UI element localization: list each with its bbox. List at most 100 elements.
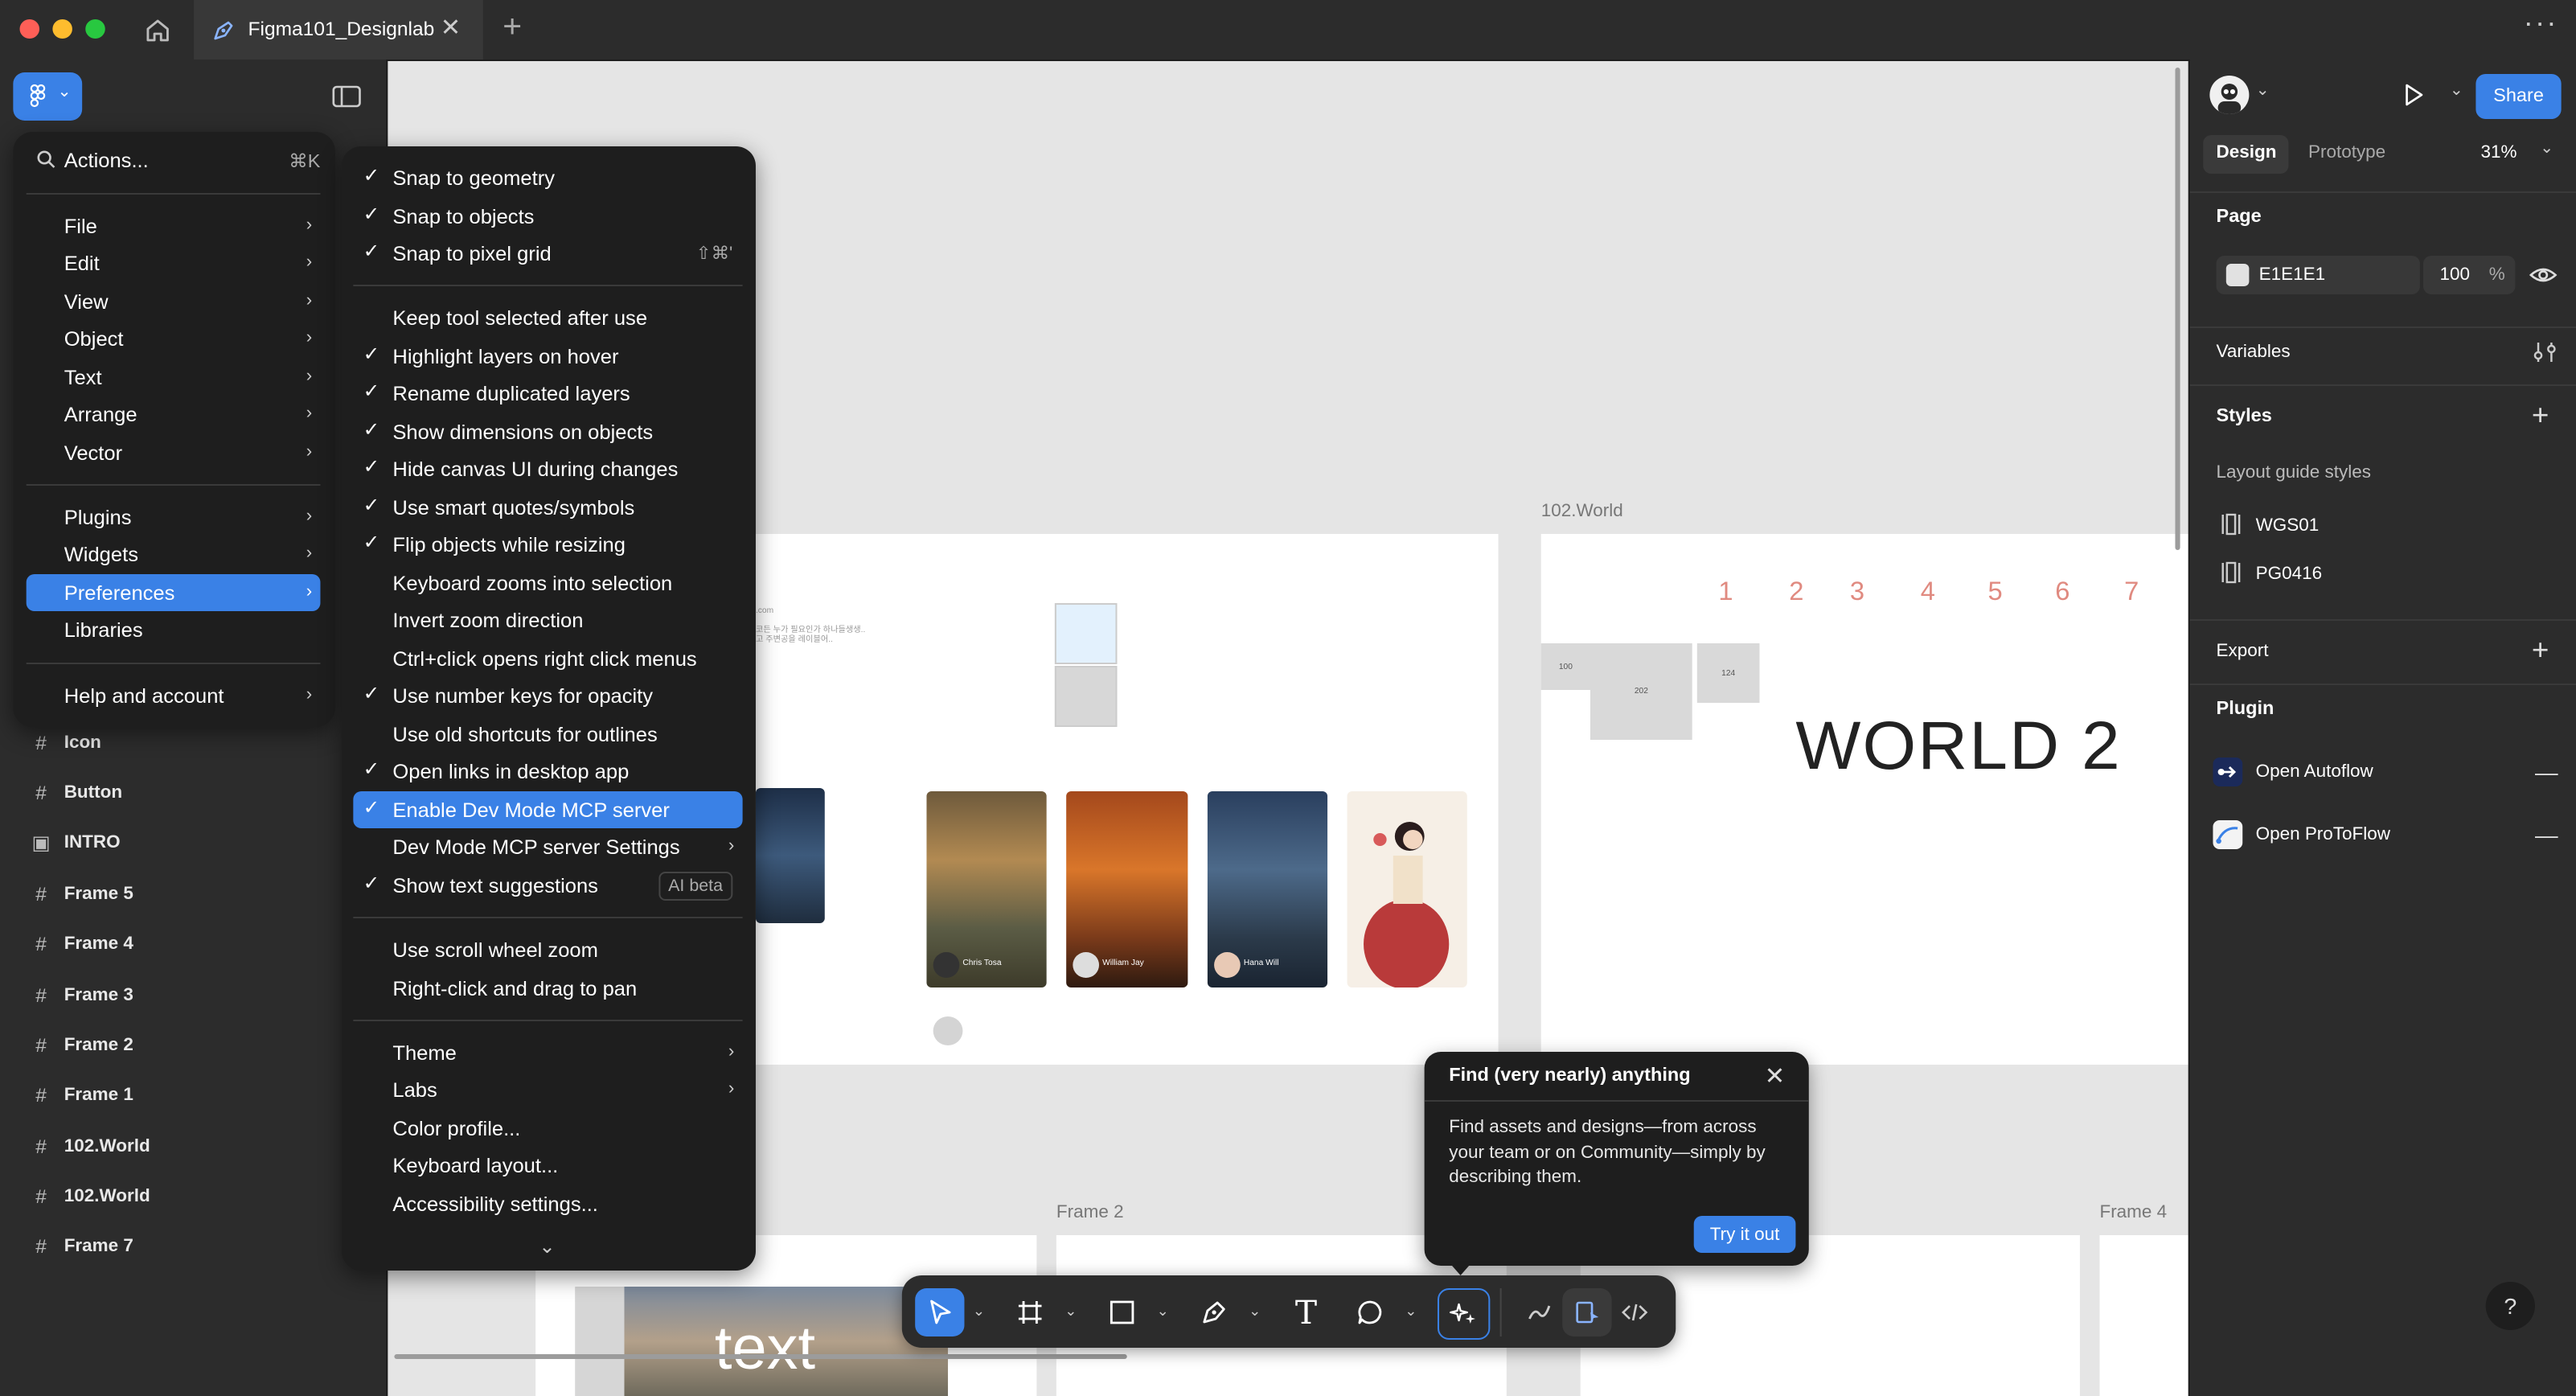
ai-tool-icon[interactable] [1437,1288,1491,1340]
chevron-down-icon[interactable]: ⌄ [2450,82,2463,100]
home-icon[interactable] [142,14,174,47]
pref-item[interactable]: ✓ Show dimensions on objects [353,413,742,450]
menu-item-object[interactable]: Object › [27,320,321,357]
pref-item[interactable]: Dev Mode MCP server Settings › [353,828,742,865]
menu-item-view[interactable]: View › [27,283,321,320]
zoom-level[interactable]: 31% [2481,143,2517,162]
layer-item[interactable]: #102.World [30,1131,150,1163]
close-icon[interactable]: ✕ [1765,1061,1786,1090]
menu-item-vector[interactable]: Vector › [27,434,321,471]
pref-item[interactable]: ✓ Snap to pixel grid ⇧⌘' [353,235,742,272]
remove-icon[interactable]: — [2535,822,2558,848]
menu-item-plugins[interactable]: Plugins › [27,499,321,536]
frame-label[interactable]: 102.World [1541,502,1623,521]
tab-design[interactable]: Design [2203,135,2289,174]
layer-item[interactable]: ▣ INTRO [30,827,120,859]
menu-item-preferences[interactable]: Preferences › [26,574,321,611]
pref-item[interactable]: Ctrl+click opens right click menus [353,640,742,677]
main-menu-button[interactable]: ⌄ [13,72,83,121]
pref-item[interactable]: Right-click and drag to pan [353,970,742,1007]
layer-item[interactable]: # Frame 5 [30,878,133,910]
menu-item-text[interactable]: Text › [27,359,321,396]
menu-item-edit[interactable]: Edit › [27,244,321,281]
rectangle-tool-icon[interactable] [1097,1288,1146,1336]
chevron-down-icon[interactable]: ⌄ [2256,82,2270,100]
eye-icon[interactable] [2529,262,2558,288]
pref-item-color-profile[interactable]: Color profile... [353,1110,742,1147]
pref-item[interactable]: ✓ Rename duplicated layers [353,375,742,412]
pref-item[interactable]: ✓ Use number keys for opacity [353,677,742,714]
chevron-down-icon[interactable]: ⌄ [539,1235,556,1258]
plugin-item-autoflow[interactable]: Open Autoflow — [2213,754,2558,790]
dev-mode-icon[interactable] [1610,1288,1659,1336]
style-item[interactable]: PG0416 [2217,558,2545,590]
share-button[interactable]: Share [2476,74,2562,119]
layer-item[interactable]: # Button [30,777,122,809]
frame-label[interactable]: Frame 4 [2099,1203,2167,1222]
plugin-item-protoflow[interactable]: Open ProToFlow — [2213,817,2558,852]
pref-item-labs[interactable]: Labs › [353,1071,742,1108]
more-icon[interactable]: ··· [2524,6,2558,40]
pref-item[interactable]: ✓ Use smart quotes/symbols [353,489,742,526]
vertical-scrollbar[interactable] [2175,68,2180,550]
pref-item[interactable]: Invert zoom direction [353,602,742,638]
menu-item-file[interactable]: File › [27,207,321,244]
panel-toggle-icon[interactable] [332,85,362,108]
tab-prototype[interactable]: Prototype [2308,143,2385,162]
comment-tool-icon[interactable] [1346,1288,1395,1336]
add-export-icon[interactable]: + [2532,634,2549,667]
pref-item[interactable]: Use scroll wheel zoom [353,931,742,968]
chevron-down-icon[interactable]: ⌄ [1064,1303,1077,1320]
layer-item[interactable]: # Frame 2 [30,1029,133,1061]
canvas-frame-world[interactable]: 1 2 3 4 5 6 7 100 202 124 WORLD 2 [1540,534,2188,1065]
add-style-icon[interactable]: + [2532,399,2549,433]
play-icon[interactable] [2400,82,2426,108]
pref-item[interactable]: ✓ Show text suggestions AI beta [353,867,742,904]
layer-item[interactable]: # Frame 4 [30,928,133,960]
layer-item[interactable]: # Icon [30,727,101,759]
chevron-down-icon[interactable]: ⌄ [1157,1303,1169,1320]
page-opacity-field[interactable]: 100 % [2423,256,2516,294]
menu-item-libraries[interactable]: Libraries [27,611,321,648]
pref-item-accessibility[interactable]: Accessibility settings... [353,1185,742,1222]
minimize-window-button[interactable] [52,19,72,39]
zoom-window-button[interactable] [85,19,105,39]
text-tool-icon[interactable]: T [1282,1288,1331,1336]
chevron-down-icon[interactable]: ⌄ [973,1303,985,1320]
menu-item-widgets[interactable]: Widgets › [27,536,321,573]
chevron-down-icon[interactable]: ⌄ [1249,1303,1261,1320]
chevron-down-icon[interactable]: ⌄ [1405,1303,1417,1320]
pref-item[interactable]: ✓ Highlight layers on hover [353,338,742,375]
layer-item[interactable]: #102.World [30,1180,150,1213]
layer-item[interactable]: # Frame 1 [30,1079,133,1111]
frame-tool-icon[interactable] [1006,1288,1055,1336]
pref-item[interactable]: Keyboard zooms into selection [353,565,742,602]
frame-label[interactable]: Frame 2 [1056,1203,1124,1222]
layer-item[interactable]: # Frame 3 [30,979,133,1012]
export-heading[interactable]: Export [2217,642,2269,661]
actions-search[interactable]: Actions... ⌘K [27,143,321,182]
variables-settings-icon[interactable] [2532,341,2558,363]
pref-item[interactable]: Use old shortcuts for outlines [353,716,742,753]
canvas-frame-main[interactable]: .com 코든 누가 필요인가 하나들생생.. 고 주변공을 레이블어.. Chri… [755,534,1499,1065]
remove-icon[interactable]: — [2535,759,2558,785]
pref-item-keyboard-layout[interactable]: Keyboard layout... [353,1147,742,1184]
canvas-frame-4[interactable] [2099,1235,2188,1396]
avatar[interactable] [2209,76,2250,114]
menu-item-arrange[interactable]: Arrange › [27,396,321,433]
draw-mode-icon[interactable] [1515,1288,1564,1336]
pref-item[interactable]: Keep tool selected after use [353,299,742,336]
layer-item[interactable]: # Frame 7 [30,1230,133,1263]
page-color-field[interactable]: E1E1E1 [2216,256,2420,294]
pref-item-theme[interactable]: Theme › [353,1034,742,1071]
try-it-out-button[interactable]: Try it out [1693,1216,1796,1253]
pref-item-dev-mode-mcp[interactable]: ✓ Enable Dev Mode MCP server [353,791,743,828]
pref-item[interactable]: ✓ Open links in desktop app [353,753,742,790]
close-window-button[interactable] [19,19,40,39]
help-button[interactable]: ? [2485,1282,2535,1330]
file-tab[interactable]: Figma101_Designlab ✕ [194,0,483,60]
pref-item[interactable]: ✓ Flip objects while resizing [353,526,742,563]
menu-item-help[interactable]: Help and account › [27,677,321,714]
move-tool-icon[interactable] [915,1288,965,1336]
variables-heading[interactable]: Variables [2217,343,2291,362]
